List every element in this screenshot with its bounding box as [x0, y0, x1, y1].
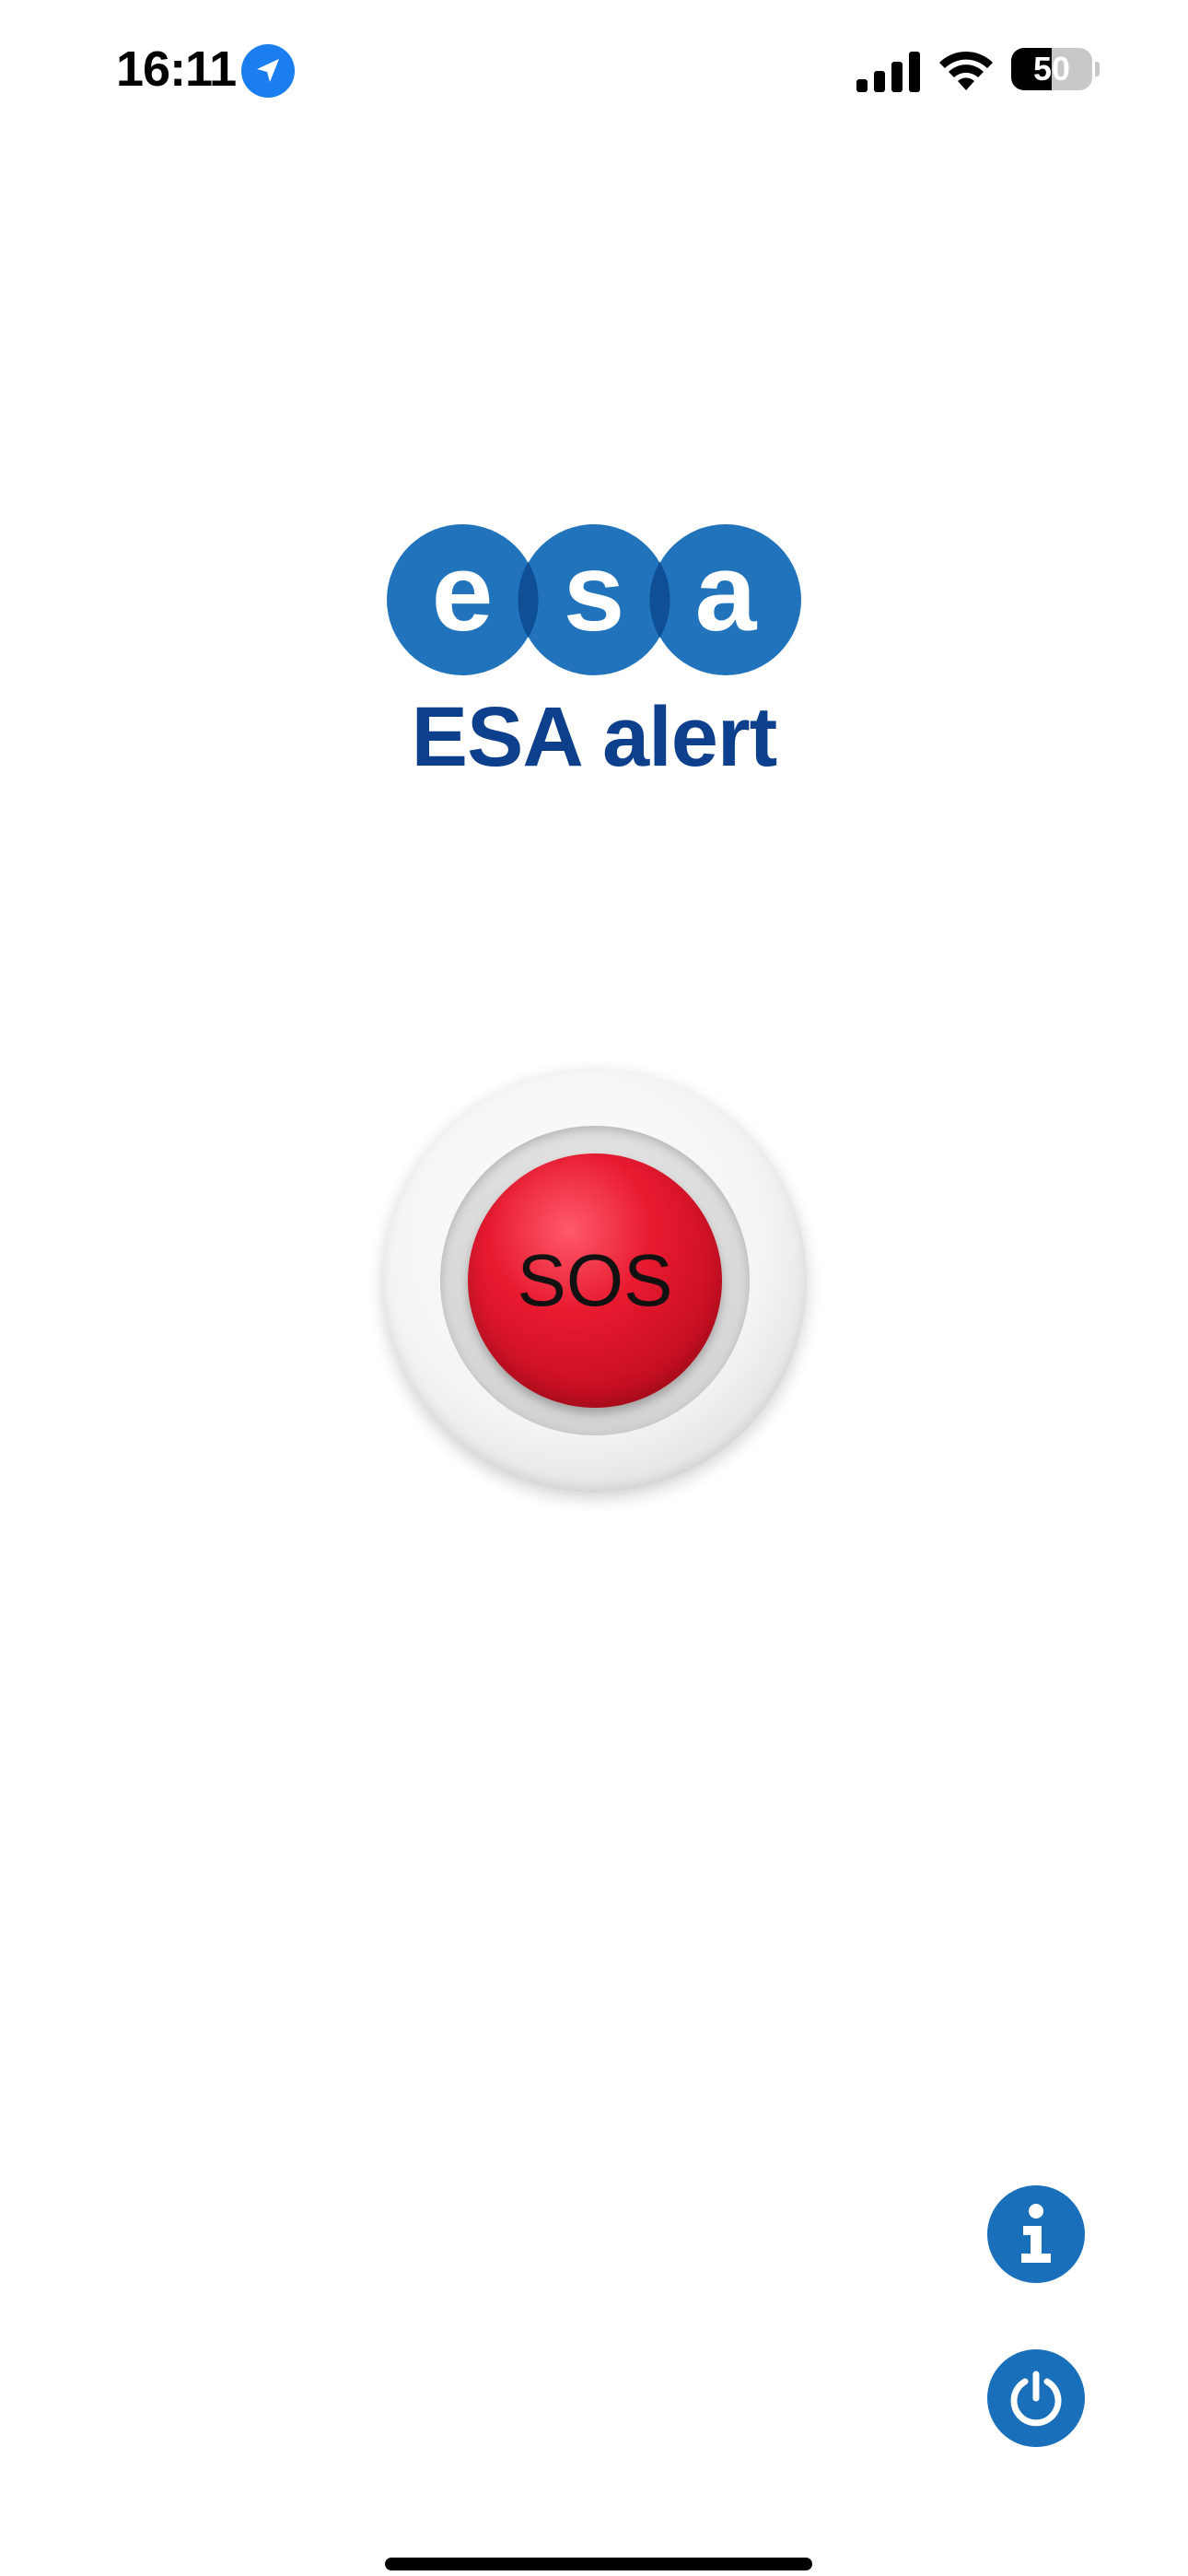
cellular-signal-icon	[856, 52, 920, 92]
sos-label: SOS	[517, 1239, 673, 1321]
battery-icon: 50	[1011, 48, 1100, 94]
location-arrow-icon	[241, 44, 295, 98]
info-icon	[1021, 2204, 1051, 2263]
esa-logo: e s a	[387, 524, 801, 675]
power-icon	[1010, 2371, 1062, 2427]
status-bar: 16:11 50	[0, 0, 1188, 147]
logo-letter-a: a	[695, 531, 758, 654]
sos-button-assembly: SOS	[383, 1069, 807, 1493]
status-time: 16:11	[116, 41, 237, 97]
battery-cap	[1095, 62, 1100, 76]
app-title: ESA alert	[411, 690, 778, 784]
wifi-icon	[939, 51, 993, 90]
logo-letter-e: e	[432, 531, 494, 654]
logo-letter-s: s	[564, 531, 625, 654]
sos-button[interactable]: SOS	[468, 1153, 722, 1408]
battery-body: 50	[1011, 48, 1092, 90]
info-button[interactable]	[987, 2185, 1085, 2283]
battery-level: 50	[1032, 50, 1071, 88]
home-indicator[interactable]	[385, 2558, 812, 2570]
power-button[interactable]	[987, 2349, 1085, 2447]
